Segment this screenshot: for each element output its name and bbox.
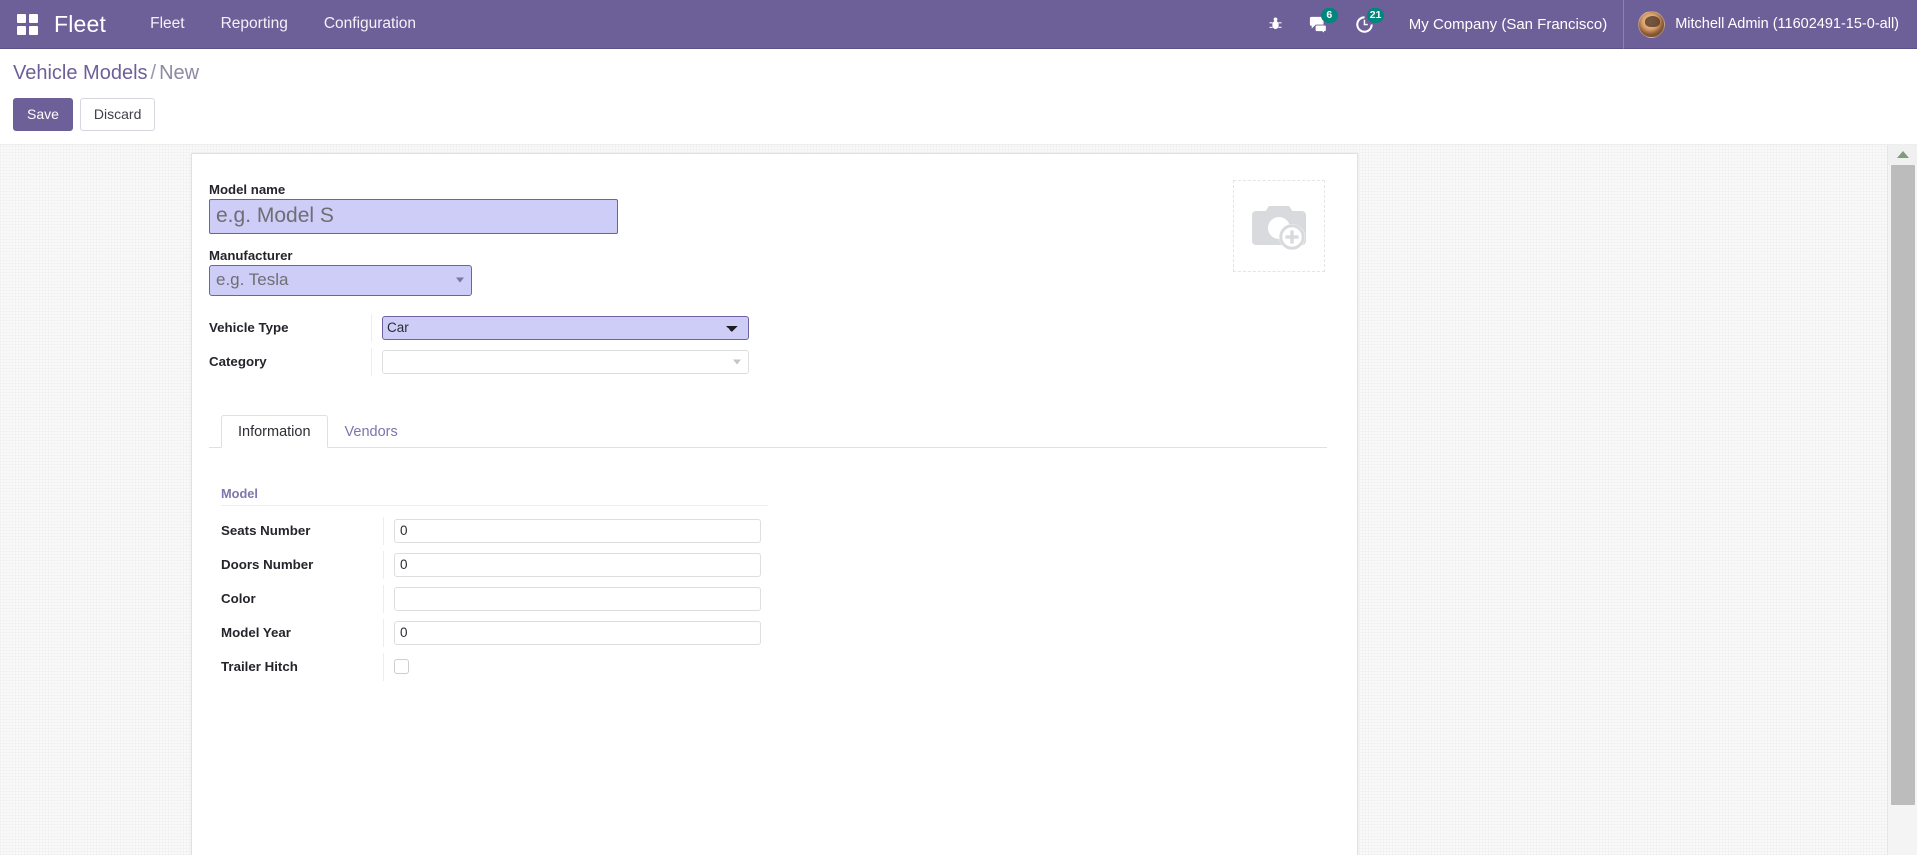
control-panel: Vehicle Models / New Save Discard: [0, 49, 1917, 144]
avatar: [1638, 10, 1666, 38]
breadcrumb: Vehicle Models / New: [0, 61, 1917, 85]
field-trailer-hitch: Trailer Hitch: [221, 652, 1327, 681]
field-doors-number: Doors Number: [221, 550, 1327, 579]
field-model-year: Model Year: [221, 618, 1327, 647]
activities-badge: 21: [1366, 7, 1385, 23]
doors-number-input[interactable]: [394, 552, 761, 577]
color-control: [383, 584, 761, 613]
debug-bug-icon[interactable]: [1255, 0, 1296, 49]
label-doors-number: Doors Number: [221, 557, 314, 573]
breadcrumb-separator: /: [150, 62, 157, 84]
field-vehicle-type: Vehicle Type Car: [209, 313, 1327, 342]
seats-number-control: [383, 516, 761, 545]
control-panel-buttons: Save Discard: [0, 85, 1917, 144]
tab-vendors[interactable]: Vendors: [328, 415, 415, 448]
field-manufacturer: Manufacturer: [209, 248, 1327, 296]
model-year-input[interactable]: [394, 620, 761, 645]
top-navbar: Fleet Fleet Reporting Configuration 6 21…: [0, 0, 1917, 49]
field-seats-number: Seats Number: [221, 516, 1327, 545]
label-model-year: Model Year: [221, 625, 291, 641]
scroll-up-arrow-icon[interactable]: [1888, 144, 1917, 165]
apps-menu-button[interactable]: [10, 7, 44, 41]
activities-clock-icon[interactable]: 21: [1342, 0, 1387, 49]
label-model-name: Model name: [209, 181, 286, 197]
manufacturer-autocomplete: [209, 264, 472, 296]
company-switcher[interactable]: My Company (San Francisco): [1387, 16, 1623, 33]
trailer-hitch-checkbox[interactable]: [394, 659, 409, 675]
vehicle-type-control: Car: [371, 313, 749, 342]
menu-item-fleet[interactable]: Fleet: [136, 9, 198, 39]
messages-badge: 6: [1320, 7, 1338, 23]
label-seats-number: Seats Number: [221, 523, 311, 539]
menu-item-configuration[interactable]: Configuration: [310, 9, 430, 39]
notebook-tabs: Information Vendors: [209, 414, 1327, 448]
trailer-hitch-control: [383, 652, 409, 681]
category-autocomplete: [382, 349, 749, 374]
section-title-model: Model: [221, 486, 768, 506]
color-input[interactable]: [394, 586, 761, 611]
vehicle-type-select[interactable]: Car: [382, 315, 749, 340]
navbar-right-group: 6 21 My Company (San Francisco) Mitchell…: [1255, 0, 1899, 49]
category-input[interactable]: [382, 349, 749, 374]
field-model-name: Model name: [209, 182, 1327, 234]
model-year-control: [383, 618, 761, 647]
save-button[interactable]: Save: [13, 98, 73, 131]
field-category: Category: [209, 347, 1327, 376]
label-trailer-hitch: Trailer Hitch: [221, 659, 298, 675]
form-sheet: Model name Manufacturer Vehicle Type Car: [191, 152, 1358, 855]
breadcrumb-current: New: [159, 62, 200, 84]
label-color: Color: [221, 591, 256, 607]
sheet-background: Model name Manufacturer Vehicle Type Car: [0, 145, 1887, 855]
label-manufacturer: Manufacturer: [209, 247, 293, 263]
messages-icon[interactable]: 6: [1296, 0, 1342, 49]
menu-item-reporting[interactable]: Reporting: [207, 9, 302, 39]
category-control: [371, 347, 749, 376]
scrollbar-thumb[interactable]: [1891, 164, 1915, 805]
content-area: Model name Manufacturer Vehicle Type Car: [0, 143, 1917, 855]
doors-number-control: [383, 550, 761, 579]
grid-apps-icon: [16, 13, 38, 35]
tab-information[interactable]: Information: [221, 414, 328, 448]
label-vehicle-type: Vehicle Type: [209, 320, 289, 336]
breadcrumb-vehicle-models[interactable]: Vehicle Models: [13, 62, 148, 84]
model-name-input[interactable]: [209, 198, 618, 234]
field-color: Color: [221, 584, 1327, 613]
user-menu[interactable]: Mitchell Admin (11602491-15-0-all): [1623, 0, 1899, 49]
tab-page-information: Model Seats Number Doors Number Color: [209, 448, 1327, 681]
app-brand-fleet[interactable]: Fleet: [54, 11, 106, 38]
user-name-label: Mitchell Admin (11602491-15-0-all): [1675, 16, 1899, 32]
manufacturer-input[interactable]: [209, 264, 472, 296]
vertical-scrollbar[interactable]: [1887, 144, 1917, 855]
camera-add-icon[interactable]: [1233, 179, 1325, 272]
label-category: Category: [209, 354, 267, 370]
seats-number-input[interactable]: [394, 518, 761, 543]
discard-button[interactable]: Discard: [79, 98, 156, 131]
